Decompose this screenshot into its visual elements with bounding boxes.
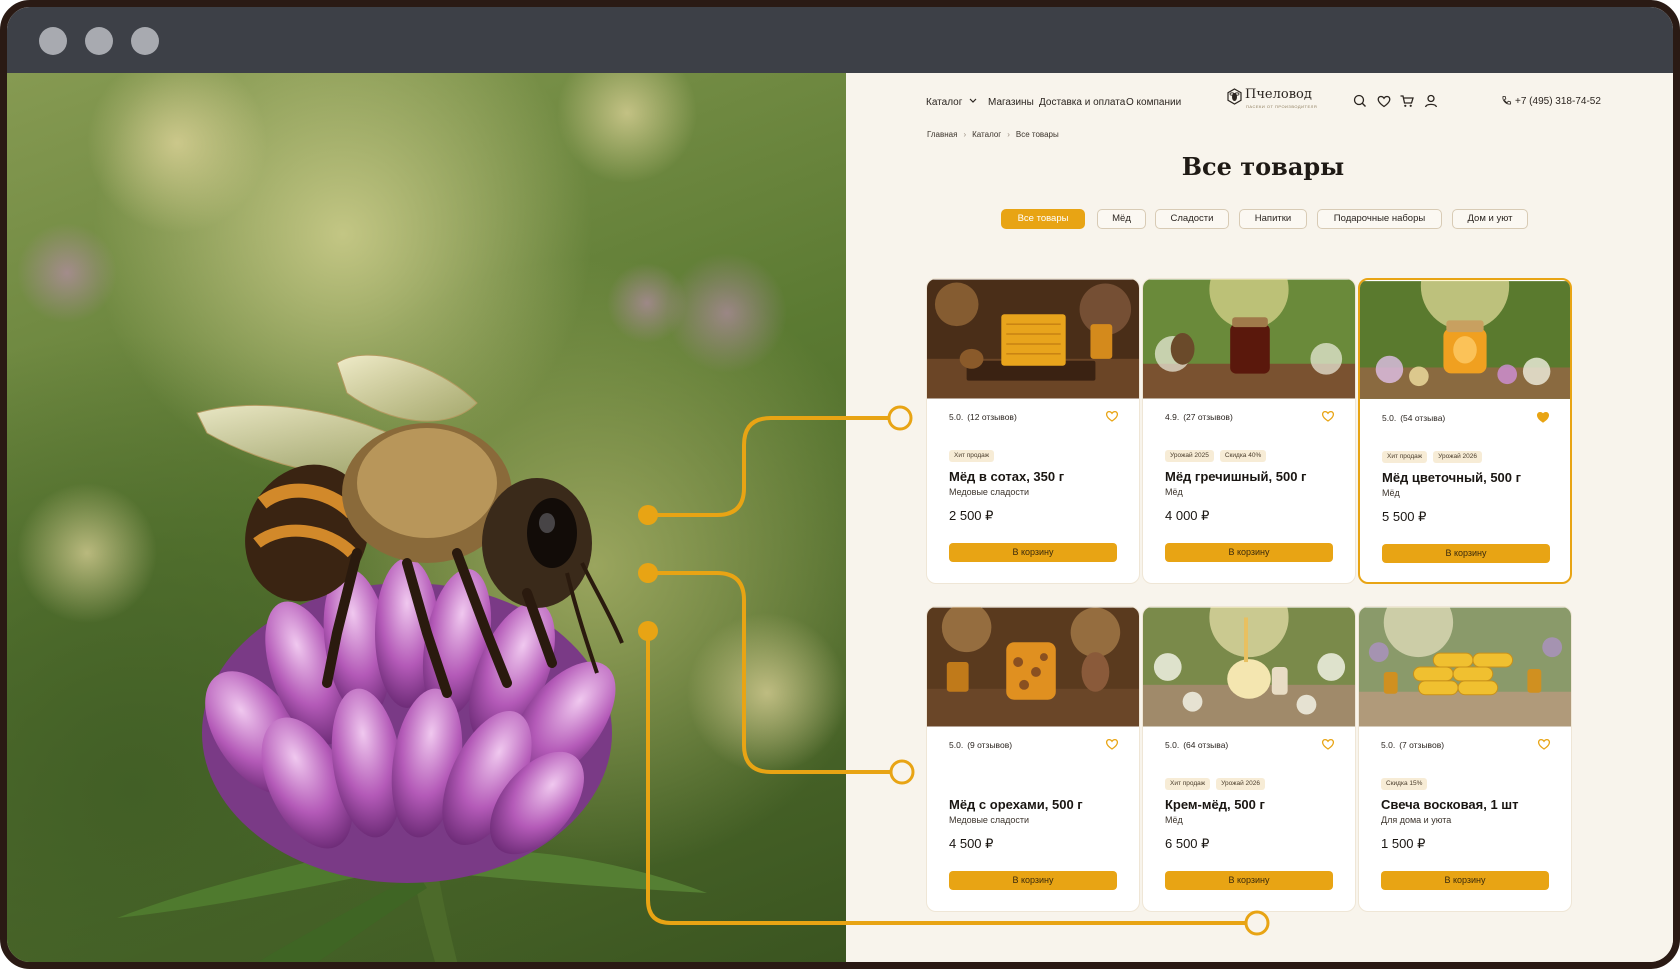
browser-window: Каталог Магазины Доставка и оплата О ком…	[0, 0, 1680, 969]
connector-lines	[638, 405, 1270, 936]
